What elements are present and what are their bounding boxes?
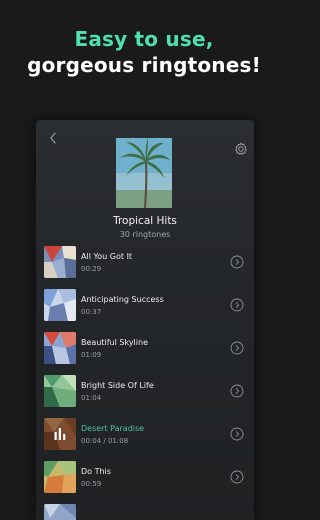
ringtone-title: Desert Paradise <box>81 424 145 433</box>
chevron-right-icon[interactable] <box>230 297 244 312</box>
ringtone-thumbnail <box>44 332 76 364</box>
list-item[interactable]: Desert Paradise 00:04 / 01:08 <box>36 416 254 456</box>
ringtone-thumbnail <box>44 289 76 321</box>
ringtone-thumbnail <box>44 461 76 493</box>
chevron-right-icon[interactable] <box>230 383 244 398</box>
list-item[interactable]: Do This 00:59 <box>36 459 254 499</box>
chevron-right-icon[interactable] <box>230 426 244 441</box>
ringtone-title: Do This <box>81 467 111 476</box>
album-title: Tropical Hits <box>113 215 177 227</box>
ringtone-thumbnail <box>44 375 76 407</box>
gear-icon[interactable] <box>234 141 248 155</box>
list-item[interactable]: All You Got It 00:29 <box>36 244 254 284</box>
album-ringtone-count: 30 ringtones <box>119 230 171 239</box>
ringtone-duration: 01:09 <box>81 351 102 359</box>
ringtone-title: Beautiful Skyline <box>81 338 148 347</box>
ringtone-progress: 00:04 / 01:08 <box>81 437 129 445</box>
headline-line-1: Easy to use, <box>74 27 214 51</box>
ringtone-duration: 01:04 <box>81 394 102 402</box>
ringtone-thumbnail <box>44 504 76 520</box>
back-icon[interactable] <box>46 130 62 146</box>
headline-line-2: gorgeous ringtones! <box>27 53 261 77</box>
list-item[interactable]: Beautiful Skyline 01:09 <box>36 330 254 370</box>
ringtone-title: All You Got It <box>81 252 133 261</box>
chevron-right-icon[interactable] <box>230 254 244 269</box>
ringtone-title: Bright Side Of Life <box>81 381 154 390</box>
phone-screen: Tropical Hits 30 ringtones All You Got I… <box>36 120 254 520</box>
ringtone-duration: 00:59 <box>81 480 102 488</box>
chevron-right-icon[interactable] <box>230 469 244 484</box>
ringtone-thumbnail <box>44 246 76 278</box>
ringtone-title: Anticipating Success <box>81 295 164 304</box>
list-item-partial[interactable] <box>36 502 254 520</box>
list-item[interactable]: Anticipating Success 00:37 <box>36 287 254 327</box>
ringtone-duration: 00:37 <box>81 308 102 316</box>
ringtone-duration: 00:29 <box>81 265 102 273</box>
equalizer-icon <box>44 418 76 450</box>
album-cover <box>116 138 172 208</box>
chevron-right-icon[interactable] <box>230 340 244 355</box>
headline: Easy to use, gorgeous ringtones! <box>0 26 288 78</box>
list-item[interactable]: Bright Side Of Life 01:04 <box>36 373 254 413</box>
